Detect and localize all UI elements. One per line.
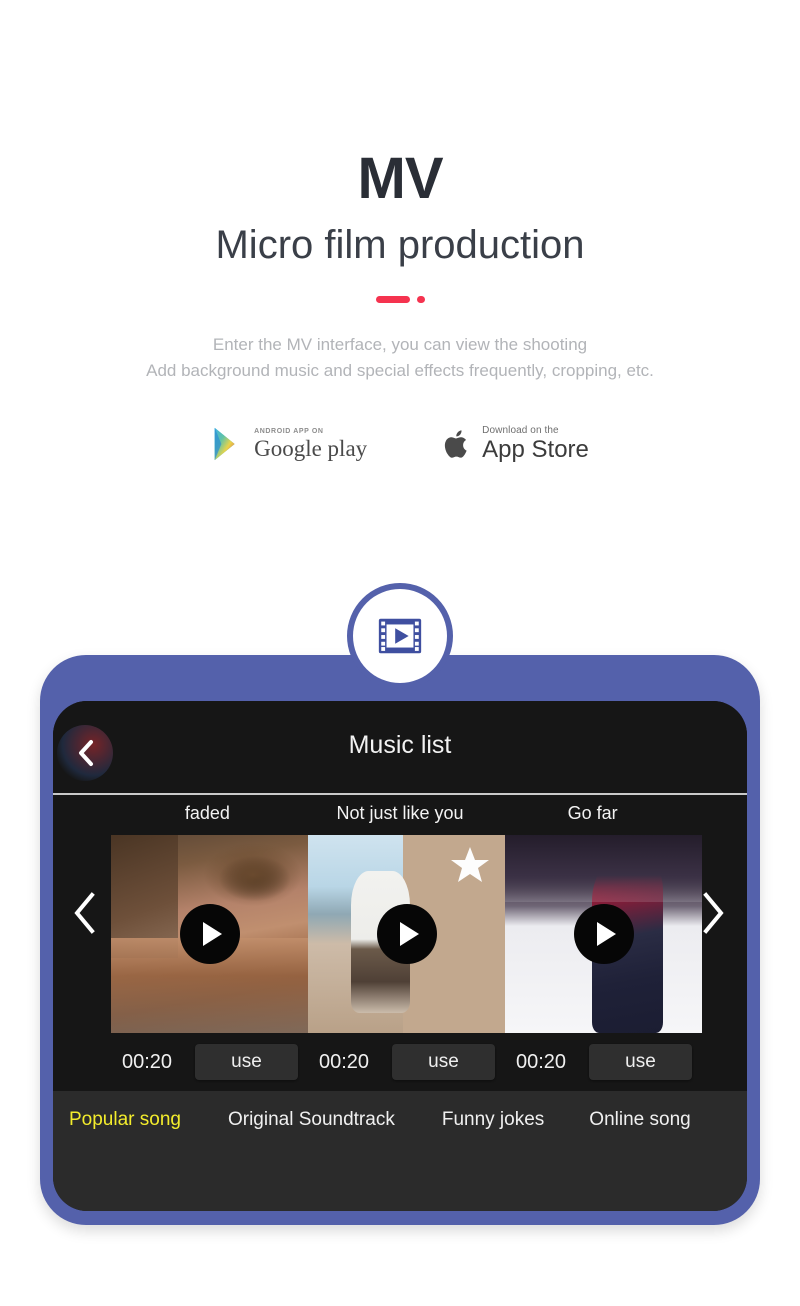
song-meta: 00:20 use	[111, 1043, 308, 1081]
song-title: faded	[184, 803, 230, 823]
accent-dot	[416, 295, 425, 303]
google-play-badge-small: ANDROID APP ON	[254, 428, 324, 435]
app-header-title: Music list	[348, 731, 452, 759]
play-icon	[202, 922, 222, 946]
song-thumbnail[interactable]	[308, 835, 505, 1033]
device-screen: Music list faded Not just like you Go fa…	[53, 701, 747, 1211]
song-duration: 00:20	[318, 1050, 370, 1073]
google-play-badge-big: Google play	[254, 436, 368, 461]
thumbnail-row	[111, 835, 703, 1033]
tab-original-soundtrack[interactable]: Original Soundtrack	[228, 1109, 395, 1131]
device-mockup: Music list faded Not just like you Go fa…	[40, 583, 760, 1225]
chevron-left-icon	[74, 892, 95, 934]
song-title-row: faded Not just like you Go far	[111, 803, 689, 824]
app-header: Music list	[53, 701, 747, 795]
song-thumbnail[interactable]	[111, 835, 308, 1033]
hero-description-line-1: Enter the MV interface, you can view the…	[212, 335, 588, 354]
page-root: MV Micro film production Enter the MV in…	[0, 0, 800, 1306]
play-button[interactable]	[573, 904, 634, 964]
page-logo: MV	[357, 146, 444, 211]
song-title: Go far	[567, 803, 618, 823]
category-tabs-area: Popular song Original Soundtrack Funny j…	[53, 1091, 747, 1211]
app-store-badge[interactable]: Download on the App Store	[443, 426, 589, 462]
song-meta: 00:20 use	[505, 1043, 702, 1081]
music-carousel: faded Not just like you Go far 00:20 use…	[53, 795, 747, 1091]
star-icon	[451, 847, 489, 882]
play-button[interactable]	[376, 904, 437, 964]
tab-popular-song[interactable]: Popular song	[69, 1109, 181, 1131]
tab-online-song[interactable]: Online song	[589, 1109, 690, 1131]
play-button[interactable]	[179, 904, 240, 964]
store-badges: ANDROID APP ON Google play Download on t…	[0, 426, 800, 462]
app-store-badge-text: Download on the App Store	[482, 426, 589, 462]
chevron-right-icon	[703, 892, 724, 934]
app-store-badge-small: Download on the	[482, 425, 559, 436]
page-title: Micro film production	[215, 223, 585, 267]
hero-description-line-2: Add background music and special effects…	[146, 361, 654, 380]
play-icon	[596, 922, 616, 946]
carousel-prev-button[interactable]	[63, 883, 107, 943]
app-icon-badge	[353, 589, 447, 683]
accent-bar	[375, 295, 410, 303]
song-title: Not just like you	[336, 803, 464, 823]
use-button[interactable]: use	[589, 1044, 692, 1080]
apple-logo-icon	[445, 430, 467, 458]
play-icon	[399, 922, 419, 946]
hero-section: MV Micro film production Enter the MV in…	[0, 0, 800, 462]
google-play-badge-text: ANDROID APP ON Google play	[254, 428, 367, 460]
song-duration: 00:20	[515, 1050, 567, 1073]
category-tabs: Popular song Original Soundtrack Funny j…	[53, 1109, 747, 1131]
google-play-icon	[214, 427, 235, 461]
film-strip-play-icon	[378, 618, 422, 654]
accent-divider	[0, 294, 800, 304]
song-thumbnail[interactable]	[505, 835, 702, 1033]
app-store-badge-big: App Store	[482, 436, 589, 463]
song-meta-row: 00:20 use 00:20 use 00:20 use	[111, 1043, 703, 1081]
tab-funny-jokes[interactable]: Funny jokes	[442, 1109, 544, 1131]
use-button[interactable]: use	[392, 1044, 495, 1080]
use-button[interactable]: use	[195, 1044, 298, 1080]
carousel-next-button[interactable]	[691, 883, 735, 943]
song-duration: 00:20	[121, 1050, 173, 1073]
google-play-badge[interactable]: ANDROID APP ON Google play	[211, 426, 367, 462]
hero-description: Enter the MV interface, you can view the…	[0, 332, 800, 384]
song-meta: 00:20 use	[308, 1043, 505, 1081]
